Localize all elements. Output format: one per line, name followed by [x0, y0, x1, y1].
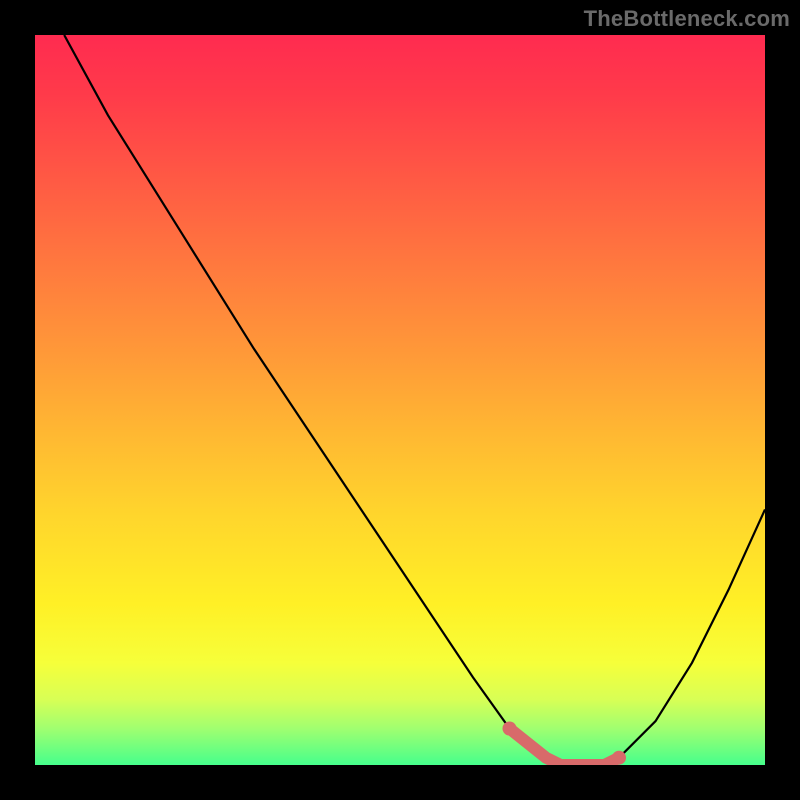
curve-path: [64, 35, 765, 765]
plateau-highlight: [510, 729, 620, 766]
curve-layer: [35, 35, 765, 765]
watermark-text: TheBottleneck.com: [584, 6, 790, 32]
plateau-end-dot: [612, 751, 626, 765]
bottleneck-curve: [64, 35, 765, 765]
plateau-start-dot: [503, 722, 517, 736]
plot-area: [35, 35, 765, 765]
chart-frame: TheBottleneck.com: [0, 0, 800, 800]
